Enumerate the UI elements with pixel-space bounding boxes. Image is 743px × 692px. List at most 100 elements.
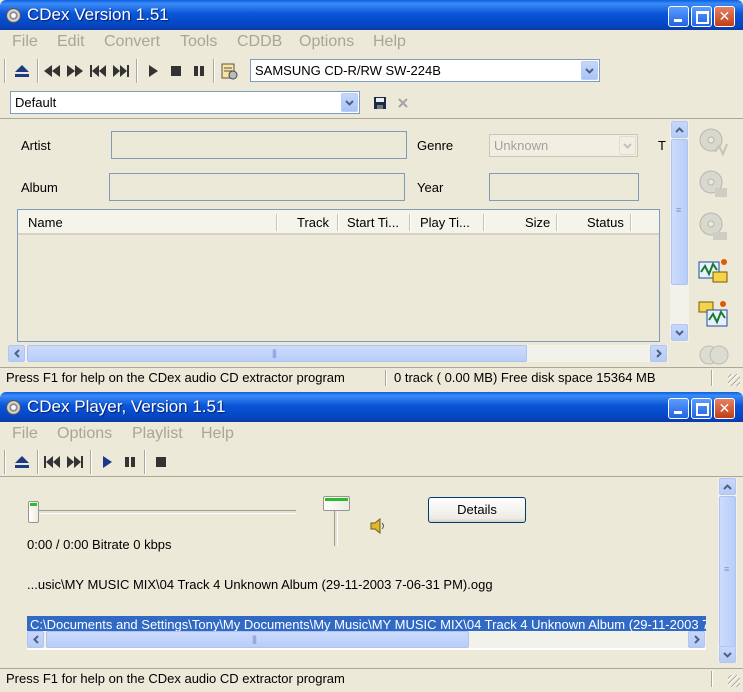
genre-label: Genre [417,138,454,153]
maximize-button[interactable] [691,6,712,27]
scroll-down-button[interactable] [671,324,688,341]
column-track[interactable]: Track [297,215,329,230]
scroll-down-button[interactable] [719,646,736,663]
extract-to-wav-icon[interactable] [697,210,731,244]
record-icon[interactable] [697,343,731,367]
column-divider[interactable] [276,214,277,231]
fast-forward-icon[interactable] [65,61,85,81]
column-start-time[interactable]: Start Ti... [347,215,399,230]
album-field[interactable] [109,173,405,201]
player-menu-help[interactable]: Help [201,425,234,443]
close-icon[interactable] [393,93,413,113]
toolbar-separator [213,59,215,83]
cd-drive-select[interactable]: SAMSUNG CD-R/RW SW-224B [250,59,600,82]
menu-cddb[interactable]: CDDB [237,33,282,51]
resize-grip[interactable] [728,675,740,687]
pause-icon[interactable] [120,452,140,472]
resize-grip[interactable] [728,374,740,386]
toolbar-separator [90,450,92,474]
status-divider [711,671,712,687]
main-status-help: Press F1 for help on the CDex audio CD e… [6,370,345,385]
album-label: Album [21,180,58,195]
scroll-left-button[interactable] [8,345,25,362]
volume-slider-thumb[interactable] [323,496,350,511]
scroll-left-button[interactable] [27,631,44,648]
chevron-down-icon[interactable] [581,61,598,80]
chevron-down-icon [619,136,636,155]
player-title-bar[interactable]: CDex Player, Version 1.51 ✕ [0,392,743,422]
skip-forward-icon[interactable] [111,61,131,81]
pause-icon[interactable] [189,61,209,81]
column-status[interactable]: Status [587,215,624,230]
stop-icon[interactable] [166,61,186,81]
menu-convert[interactable]: Convert [104,33,160,51]
main-status-bar: Press F1 for help on the CDex audio CD e… [0,367,743,389]
scroll-right-button[interactable] [688,631,705,648]
scroll-right-button[interactable] [650,345,667,362]
menu-tools[interactable]: Tools [180,33,217,51]
player-menu-bar: File Options Playlist Help [0,422,743,446]
column-divider[interactable] [409,214,410,231]
toolbar-separator [144,450,146,474]
position-slider-track[interactable] [30,510,296,514]
player-status-bar: Press F1 for help on the CDex audio CD e… [0,668,743,690]
maximize-button[interactable] [691,398,712,419]
artist-field[interactable] [111,131,407,159]
main-title-bar[interactable]: CDex Version 1.51 ✕ [0,0,743,30]
extract-tracks-icon[interactable] [697,126,731,160]
current-file-path: ...usic\MY MUSIC MIX\04 Track 4 Unknown … [27,577,493,592]
column-divider[interactable] [556,214,557,231]
column-divider[interactable] [630,214,631,231]
skip-forward-icon[interactable] [65,452,85,472]
scroll-up-button[interactable] [719,478,736,495]
cd-drive-value: SAMSUNG CD-R/RW SW-224B [255,63,441,78]
column-divider[interactable] [483,214,484,231]
position-slider-thumb[interactable] [28,501,39,523]
stop-icon[interactable] [151,452,171,472]
eject-icon[interactable] [12,452,32,472]
player-menu-file[interactable]: File [12,425,38,443]
details-button[interactable]: Details [428,497,526,523]
player-vertical-scrollbar-thumb[interactable]: ≡ [719,496,736,647]
toolbar-separator [4,450,6,474]
convert-compressed-icon[interactable] [697,298,731,332]
menu-file[interactable]: File [12,33,38,51]
save-icon[interactable] [370,93,390,113]
play-icon[interactable] [97,452,117,472]
eject-icon[interactable] [12,61,32,81]
rewind-icon[interactable] [42,61,62,81]
scroll-up-button[interactable] [671,121,688,138]
cd-info-icon[interactable] [219,61,239,81]
track-list[interactable]: Name Track Start Ti... Play Ti... Size S… [17,209,660,342]
minimize-button[interactable] [668,398,689,419]
skip-back-icon[interactable] [42,452,62,472]
chevron-down-icon[interactable] [341,93,358,112]
play-icon[interactable] [143,61,163,81]
menu-options[interactable]: Options [299,33,354,51]
column-name[interactable]: Name [28,215,63,230]
profile-select[interactable]: Default [10,91,360,114]
close-button[interactable]: ✕ [714,6,735,27]
column-play-time[interactable]: Play Ti... [420,215,470,230]
player-menu-options[interactable]: Options [57,425,112,443]
cd-app-icon[interactable] [6,8,21,23]
close-button[interactable]: ✕ [714,398,735,419]
genre-value: Unknown [494,138,549,153]
column-divider[interactable] [337,214,338,231]
player-menu-playlist[interactable]: Playlist [132,425,183,443]
horizontal-scrollbar-thumb[interactable]: ||| [27,345,527,362]
genre-select[interactable]: Unknown [489,134,638,157]
convert-wav-icon[interactable] [697,256,731,290]
playlist-horizontal-scrollbar-thumb[interactable]: ||| [46,631,469,648]
year-field[interactable] [489,173,639,201]
column-size[interactable]: Size [525,215,550,230]
minimize-button[interactable] [668,6,689,27]
menu-help[interactable]: Help [373,33,406,51]
skip-back-icon[interactable] [88,61,108,81]
extract-partial-icon[interactable] [697,168,731,202]
cd-app-icon[interactable] [6,400,21,415]
vertical-scrollbar-thumb[interactable]: ≡ [671,139,688,285]
menu-edit[interactable]: Edit [57,33,85,51]
status-divider [711,370,712,386]
speaker-icon[interactable] [368,516,388,536]
